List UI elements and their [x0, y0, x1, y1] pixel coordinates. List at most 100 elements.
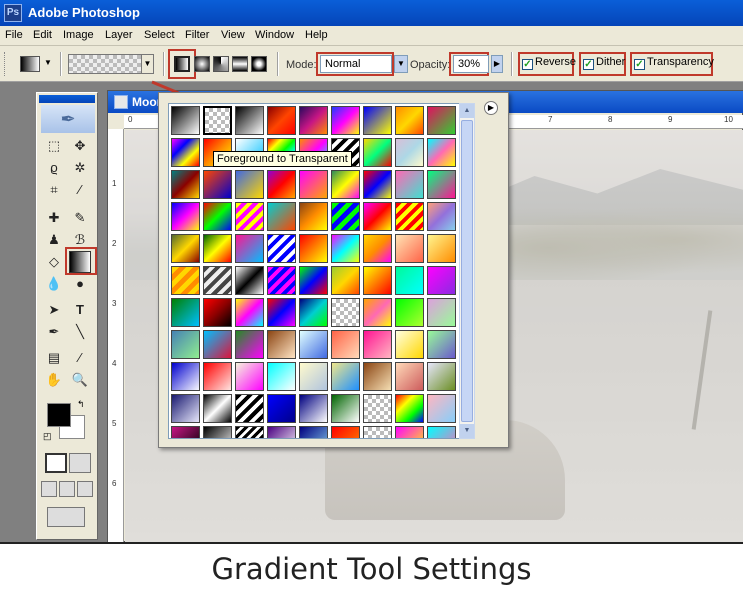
gradient-swatch[interactable] [203, 170, 232, 199]
gradient-swatch[interactable] [203, 394, 232, 423]
gradient-swatch[interactable] [331, 298, 360, 327]
gradient-swatch[interactable] [267, 426, 296, 438]
full-screen-mode-button[interactable] [77, 481, 93, 497]
gradient-picker-button[interactable]: ▼ [68, 54, 154, 74]
gradient-swatch[interactable] [267, 202, 296, 231]
gradient-swatch[interactable] [427, 170, 456, 199]
full-screen-menu-mode-button[interactable] [59, 481, 75, 497]
pen-tool-icon[interactable]: ✒ [43, 321, 65, 343]
gradient-swatch[interactable] [267, 362, 296, 391]
standard-screen-mode-button[interactable] [41, 481, 57, 497]
opacity-input[interactable]: 30% [453, 55, 489, 73]
menu-window[interactable]: Window [255, 29, 294, 41]
tool-preset-picker[interactable]: ▼ [20, 54, 54, 74]
gradient-swatch[interactable] [427, 106, 456, 135]
quick-mask-mode-button[interactable] [69, 453, 91, 473]
gradient-swatch[interactable] [203, 330, 232, 359]
gradient-swatch[interactable] [267, 298, 296, 327]
gradient-swatch[interactable] [203, 362, 232, 391]
menu-view[interactable]: View [221, 29, 245, 41]
gradient-swatch[interactable] [363, 426, 392, 438]
gradient-swatch[interactable] [203, 266, 232, 295]
gradient-swatch[interactable] [267, 330, 296, 359]
gradient-swatch[interactable] [427, 362, 456, 391]
gradient-swatch[interactable] [363, 298, 392, 327]
gradient-swatch[interactable] [427, 330, 456, 359]
notes-tool-icon[interactable]: ▤ [43, 347, 65, 369]
vertical-ruler[interactable]: 1 2 3 4 5 6 [108, 129, 124, 543]
gradient-swatch[interactable] [299, 202, 328, 231]
gradient-swatch[interactable] [267, 170, 296, 199]
gradient-swatch[interactable] [363, 170, 392, 199]
gradient-swatch[interactable] [363, 266, 392, 295]
gradient-swatch[interactable] [235, 202, 264, 231]
feather-logo-icon[interactable]: ✒ [41, 105, 95, 133]
default-colors-icon[interactable]: ◰ [43, 431, 52, 442]
gradient-swatch[interactable] [331, 266, 360, 295]
gradient-swatch[interactable] [299, 362, 328, 391]
gradient-swatch[interactable] [363, 234, 392, 263]
gradient-swatch[interactable] [235, 426, 264, 438]
gradient-swatch[interactable] [427, 234, 456, 263]
gradient-swatch[interactable] [331, 426, 360, 438]
gradient-swatch[interactable] [299, 298, 328, 327]
dodge-tool-icon[interactable]: ● [69, 273, 91, 295]
popup-menu-arrow-icon[interactable]: ▶ [484, 101, 498, 115]
gradient-swatch[interactable] [235, 330, 264, 359]
chevron-right-icon[interactable]: ▶ [491, 55, 503, 73]
menu-image[interactable]: Image [63, 29, 94, 41]
gradient-swatch[interactable] [267, 394, 296, 423]
gradient-swatch[interactable] [395, 202, 424, 231]
scroll-down-icon[interactable]: ▼ [460, 424, 474, 438]
gradient-swatch[interactable] [299, 234, 328, 263]
gradient-swatch[interactable] [267, 234, 296, 263]
gradient-swatch[interactable] [203, 106, 232, 135]
line-tool-icon[interactable]: ╲ [69, 321, 91, 343]
reverse-checkbox[interactable]: ✓ Reverse [522, 56, 576, 72]
gradient-swatch[interactable] [171, 394, 200, 423]
gradient-swatch[interactable] [267, 106, 296, 135]
gradient-swatch[interactable] [363, 138, 392, 167]
gradient-swatch[interactable] [427, 426, 456, 438]
gradient-swatch[interactable] [299, 426, 328, 438]
gradient-swatch[interactable] [299, 106, 328, 135]
reflected-gradient-button[interactable] [232, 56, 248, 72]
dither-checkbox[interactable]: ✓ Dither [583, 56, 625, 72]
gradient-swatch[interactable] [395, 298, 424, 327]
zoom-tool-icon[interactable]: 🔍 [69, 369, 91, 391]
options-bar-grip[interactable] [4, 52, 7, 76]
gradient-swatch[interactable] [235, 394, 264, 423]
marquee-tool-icon[interactable]: ⬚ [43, 135, 65, 157]
gradient-swatch[interactable] [395, 330, 424, 359]
menu-layer[interactable]: Layer [105, 29, 133, 41]
gradient-swatch[interactable] [363, 394, 392, 423]
gradient-swatch[interactable] [171, 234, 200, 263]
gradient-swatch[interactable] [235, 266, 264, 295]
gradient-swatch[interactable] [363, 330, 392, 359]
healing-brush-tool-icon[interactable]: ✚ [43, 207, 65, 229]
gradient-swatch[interactable] [427, 202, 456, 231]
blur-tool-icon[interactable]: 💧 [43, 273, 65, 295]
gradient-swatch[interactable] [395, 106, 424, 135]
menu-help[interactable]: Help [305, 29, 328, 41]
scroll-up-icon[interactable]: ▲ [460, 104, 474, 118]
gradient-swatch[interactable] [203, 298, 232, 327]
linear-gradient-button[interactable] [174, 56, 190, 72]
gradient-swatch[interactable] [427, 394, 456, 423]
gradient-swatch[interactable] [395, 426, 424, 438]
gradient-swatch[interactable] [267, 266, 296, 295]
gradient-swatch[interactable] [395, 394, 424, 423]
swap-colors-icon[interactable]: ↰ [77, 399, 85, 410]
gradient-swatch[interactable] [395, 170, 424, 199]
gradient-swatch[interactable] [427, 138, 456, 167]
gradient-swatch[interactable] [427, 298, 456, 327]
gradient-swatch[interactable] [331, 234, 360, 263]
gradient-swatch[interactable] [171, 330, 200, 359]
gradient-swatch[interactable] [331, 106, 360, 135]
gradient-swatch[interactable] [235, 234, 264, 263]
vertical-scrollbar[interactable]: ▲ ▼ [459, 103, 475, 439]
eraser-tool-icon[interactable]: ◇ [43, 251, 65, 273]
magic-wand-tool-icon[interactable]: ✲ [69, 157, 91, 179]
gradient-swatch[interactable] [363, 362, 392, 391]
scroll-thumb[interactable] [461, 120, 473, 422]
